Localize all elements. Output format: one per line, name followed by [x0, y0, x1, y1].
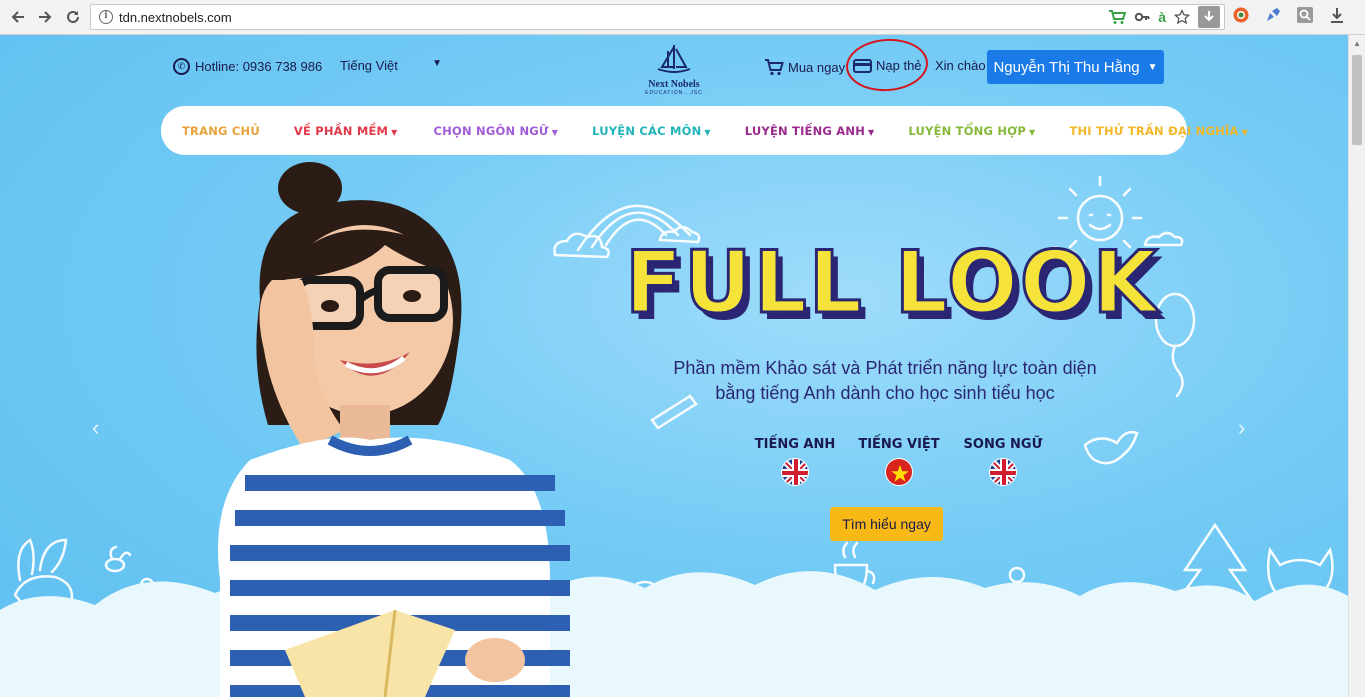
- language-value: Tiếng Việt: [340, 58, 398, 73]
- caret-down-icon: ▼: [868, 127, 875, 137]
- whatsapp-icon: ✆: [173, 58, 190, 75]
- hero-subtitle-line-1: Phần mềm Khảo sát và Phát triển năng lực…: [673, 358, 1097, 378]
- arrow-right-icon: [39, 11, 52, 23]
- menu-item-english[interactable]: LUYỆN TIẾNG ANH ▼: [745, 124, 875, 138]
- hero-title: FULL LOOK: [624, 233, 1160, 333]
- address-bar[interactable]: i tdn.nextnobels.com à: [90, 4, 1225, 30]
- language-select[interactable]: Tiếng Việt ▼: [340, 58, 445, 73]
- arrow-left-icon: [11, 11, 24, 23]
- scroll-up-icon[interactable]: ▲: [1353, 39, 1361, 48]
- info-icon[interactable]: i: [99, 10, 113, 24]
- vietnam-flag-icon: [885, 458, 913, 486]
- scroll-thumb[interactable]: [1352, 55, 1362, 145]
- carousel-next-icon[interactable]: ›: [1238, 415, 1245, 441]
- girl-illustration: [218, 162, 570, 697]
- menu-item-label: THI THỬ TRẦN ĐẠI NGHĨA: [1069, 123, 1239, 138]
- menu-item-label: LUYỆN TIẾNG ANH: [744, 123, 866, 138]
- menu-item-mock-test[interactable]: THI THỬ TRẦN ĐẠI NGHĨA ▼: [1069, 124, 1248, 138]
- menu-item-general[interactable]: LUYỆN TỔNG HỢP ▼: [908, 124, 1035, 138]
- option-bilingual[interactable]: SONG NGỮ: [948, 437, 1058, 486]
- buy-now-link[interactable]: Mua ngay: [764, 58, 845, 76]
- menu-item-home[interactable]: TRANG CHỦ: [182, 124, 260, 138]
- reload-icon: [67, 10, 79, 23]
- hero-section: ✆ Hotline: 0936 738 986 Tiếng Việt ▼ Nex…: [0, 35, 1348, 697]
- option-bilingual-label: SONG NGỮ: [963, 437, 1043, 452]
- caret-down-icon: ▼: [551, 127, 559, 137]
- hotline[interactable]: ✆ Hotline: 0936 738 986: [173, 58, 322, 75]
- caret-down-icon: ▼: [704, 127, 711, 137]
- key-icon[interactable]: [1134, 9, 1150, 25]
- option-vietnamese-label: TIẾNG VIỆT: [858, 437, 940, 452]
- hotline-text: Hotline: 0936 738 986: [195, 59, 323, 74]
- menu-item-label: VỀ PHẦN MỀM: [293, 123, 389, 138]
- back-button[interactable]: [7, 6, 29, 28]
- option-english[interactable]: TIẾNG ANH: [740, 437, 850, 486]
- sailboat-logo-icon: [657, 45, 691, 73]
- cart-extension-icon[interactable]: [1108, 9, 1127, 25]
- menu-item-language[interactable]: CHỌN NGÔN NGỮ ▼: [434, 124, 559, 138]
- hero-subtitle: Phần mềm Khảo sát và Phát triển năng lực…: [650, 356, 1120, 406]
- learn-more-button[interactable]: Tìm hiểu ngay: [830, 507, 943, 541]
- buy-now-label: Mua ngay: [788, 59, 846, 75]
- logo-tagline: EDUCATION., JSC: [645, 90, 703, 96]
- menu-item-about[interactable]: VỀ PHẦN MỀM ▼: [294, 124, 398, 138]
- caret-down-icon: ▼: [1241, 127, 1248, 137]
- extension-circle-icon[interactable]: [1232, 6, 1250, 24]
- forward-button[interactable]: [34, 6, 56, 28]
- menu-item-label: LUYỆN TỔNG HỢP: [908, 123, 1027, 138]
- highlight-circle: [844, 36, 930, 94]
- uk-flag-icon: [989, 458, 1017, 486]
- url-text[interactable]: tdn.nextnobels.com: [119, 10, 232, 25]
- logo-name: Next Nobels: [648, 79, 700, 90]
- greeting: Xin chào: [935, 58, 986, 73]
- uk-flag-icon: [781, 458, 809, 486]
- cart-icon: [765, 59, 784, 76]
- caret-down-icon: ▼: [391, 127, 398, 137]
- main-menu: TRANG CHỦ VỀ PHẦN MỀM ▼ CHỌN NGÔN NGỮ ▼ LU…: [161, 106, 1248, 155]
- option-english-label: TIẾNG ANH: [754, 437, 836, 452]
- option-vietnamese[interactable]: TIẾNG VIỆT: [844, 437, 954, 486]
- extension-pen-icon[interactable]: [1264, 6, 1282, 24]
- menu-item-label: LUYỆN CÁC MÔN: [592, 123, 702, 138]
- caret-down-icon: ▼: [432, 58, 442, 69]
- download-icon[interactable]: [1198, 6, 1220, 28]
- caret-down-icon: ▼: [1029, 127, 1036, 137]
- page-scrollbar[interactable]: ▲: [1348, 35, 1365, 697]
- menu-item-subjects[interactable]: LUYỆN CÁC MÔN ▼: [592, 124, 711, 138]
- user-menu-button[interactable]: Nguyễn Thị Thu Hằng ▼: [987, 50, 1164, 84]
- user-name: Nguyễn Thị Thu Hằng: [993, 58, 1140, 76]
- menu-item-label: CHỌN NGÔN NGỮ: [433, 123, 549, 138]
- caret-down-icon: ▼: [1147, 61, 1158, 73]
- chrome-menu-icon[interactable]: [1328, 6, 1346, 24]
- browser-toolbar: i tdn.nextnobels.com à: [0, 0, 1365, 35]
- greeting-text: Xin chào: [935, 58, 986, 73]
- logo[interactable]: Next Nobels EDUCATION., JSC: [636, 43, 712, 99]
- reload-button[interactable]: [62, 6, 84, 28]
- carousel-prev-icon[interactable]: ‹: [92, 415, 99, 441]
- extension-search-icon[interactable]: [1296, 6, 1314, 24]
- star-icon[interactable]: [1174, 9, 1190, 25]
- hero-subtitle-line-2: bằng tiếng Anh dành cho học sinh tiểu họ…: [715, 383, 1055, 403]
- translate-icon[interactable]: à: [1158, 9, 1166, 25]
- menu-item-label: TRANG CHỦ: [182, 123, 260, 138]
